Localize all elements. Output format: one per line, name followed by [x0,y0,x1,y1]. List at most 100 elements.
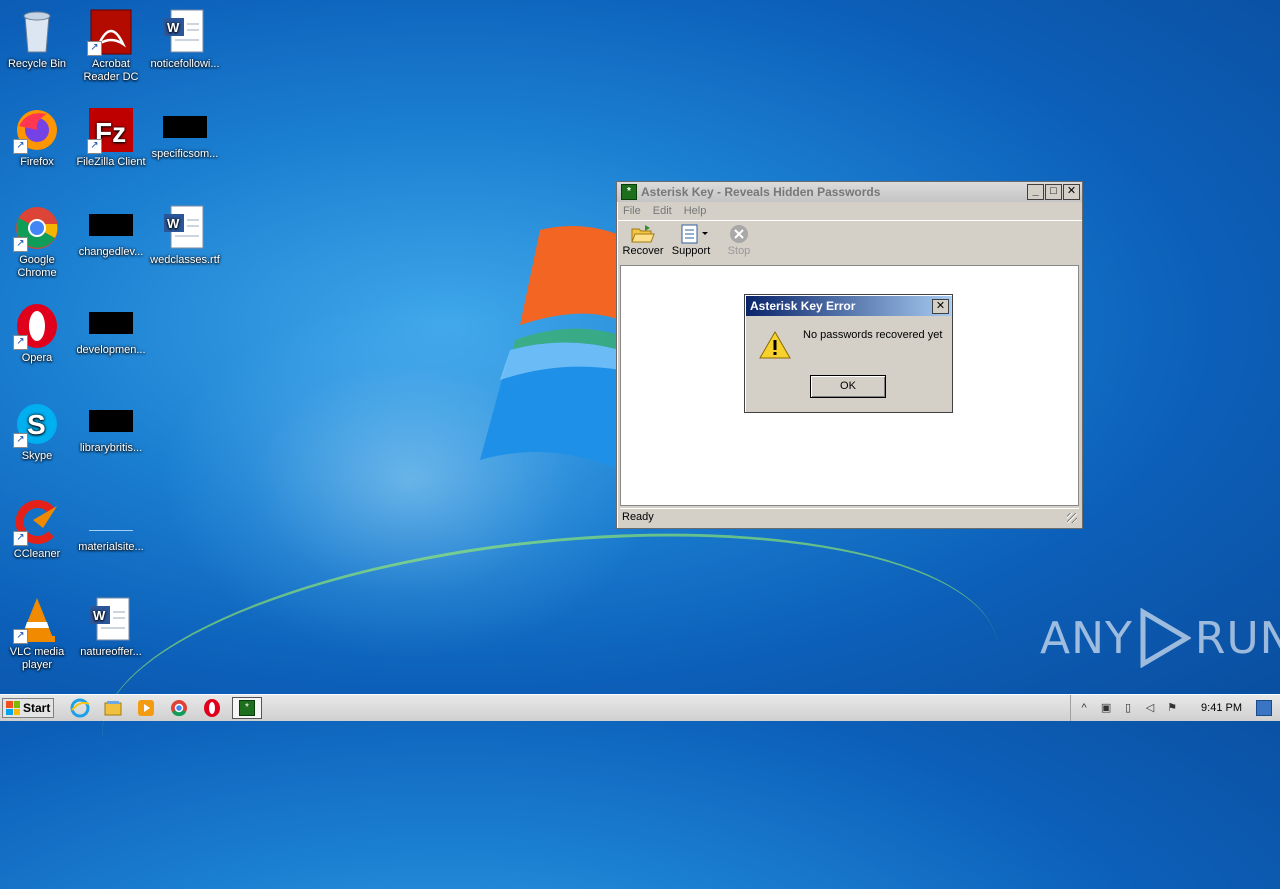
desktop-icon-label: natureoffer... [80,646,142,658]
desktop-icon-label: Recycle Bin [7,58,67,70]
vlc-cone-icon: ↗ [13,596,61,644]
firefox-icon: ↗ [13,106,61,154]
show-desktop-button[interactable] [1256,700,1272,716]
recover-button[interactable]: Recover [621,221,665,257]
maximize-button[interactable]: □ [1045,184,1062,200]
shortcut-arrow-icon: ↗ [13,433,28,448]
shortcut-arrow-icon: ↗ [13,629,28,644]
desktop-icon-label: materialsite... [78,541,144,553]
svg-text:S: S [27,409,46,440]
taskbar-asterisk-key-button[interactable]: * [232,697,262,719]
recycle-bin-icon [13,8,61,56]
desktop-icon-label: Skype [21,450,53,462]
toolbar: Recover Support Stop [617,220,1082,265]
desktop-icon-label: Opera [21,352,53,364]
folder-open-icon [631,224,655,244]
desktop-icon-label: noticefollowi... [150,58,220,70]
desktop-icon-acrobat[interactable]: ↗ Acrobat Reader DC [74,4,148,84]
desktop-icon-redacted-file[interactable]: changedlev... [74,200,148,259]
desktop-icon-recycle-bin[interactable]: Recycle Bin [0,4,74,71]
resize-grip[interactable] [1067,513,1077,523]
media-player-icon[interactable] [136,698,156,718]
skype-icon: S ↗ [13,400,61,448]
window-controls: _ □ ✕ [1027,184,1080,200]
show-hidden-icons-icon[interactable]: ^ [1077,701,1091,715]
flag-icon[interactable]: ⚑ [1165,701,1179,715]
ok-button[interactable]: OK [810,375,886,398]
dialog-title: Asterisk Key Error [750,299,856,313]
support-button[interactable]: Support [669,221,713,257]
opera-icon[interactable] [202,698,222,718]
close-button[interactable]: ✕ [1063,184,1080,200]
desktop-icon-filezilla[interactable]: Fz ↗ FileZilla Client [74,102,148,169]
window-title: Asterisk Key - Reveals Hidden Passwords [641,185,881,199]
shortcut-arrow-icon: ↗ [87,139,102,154]
svg-text:W: W [93,608,106,623]
desktop-icon-opera[interactable]: ↗ Opera [0,298,74,365]
dialog-message: No passwords recovered yet [803,329,943,341]
desktop-icon-word-doc-notice[interactable]: W noticefollowi... [148,4,222,71]
shortcut-arrow-icon: ↗ [13,237,28,252]
opera-icon: ↗ [13,302,61,350]
recover-label: Recover [622,245,664,257]
desktop-icon-blank-file[interactable]: materialsite... [74,494,148,554]
redacted-file-icon [89,312,133,334]
error-dialog: Asterisk Key Error ✕ No passwords recove… [744,294,953,413]
window-titlebar[interactable]: * Asterisk Key - Reveals Hidden Password… [617,182,1082,202]
clock[interactable]: 9:41 PM [1201,702,1242,714]
shortcut-arrow-icon: ↗ [87,41,102,56]
file-explorer-icon[interactable] [103,698,123,718]
dialog-close-button[interactable]: ✕ [932,298,949,314]
taskbar: Start * ^ ▣ ▯ ◁ ⚑ 9:41 PM [0,694,1280,721]
support-label: Support [671,245,711,257]
word-document-icon: W [161,8,209,56]
word-document-icon: W [161,204,209,252]
anyrun-watermark: ANY RUN [1040,608,1280,668]
shortcut-arrow-icon: ↗ [13,335,28,350]
menu-edit[interactable]: Edit [653,205,672,217]
stop-button[interactable]: Stop [717,221,761,257]
desktop-icon-label: developmen... [76,344,146,356]
desktop-icon-word-doc-wedclasses[interactable]: W wedclasses.rtf [148,200,222,267]
asterisk-key-app-icon: * [239,700,255,716]
system-tray: ^ ▣ ▯ ◁ ⚑ 9:41 PM [1070,695,1280,721]
desktop-icon-skype[interactable]: S ↗ Skype [0,396,74,463]
desktop-icon-redacted-file[interactable]: specificsom... [148,102,222,161]
desktop-icon-label: Google Chrome [17,254,57,279]
desktop-icon-firefox[interactable]: ↗ Firefox [0,102,74,169]
desktop-icon-chrome[interactable]: ↗ Google Chrome [0,200,74,280]
menu-bar: File Edit Help [617,202,1082,220]
chrome-icon[interactable] [169,698,189,718]
desktop-icon-ccleaner[interactable]: ↗ CCleaner [0,494,74,561]
menu-help[interactable]: Help [684,205,707,217]
windows-flag-icon [6,701,20,715]
minimize-button[interactable]: _ [1027,184,1044,200]
dialog-titlebar[interactable]: Asterisk Key Error ✕ [746,296,951,316]
menu-file[interactable]: File [623,205,641,217]
filezilla-icon: Fz ↗ [87,106,135,154]
desktop-icon-redacted-file[interactable]: librarybritis... [74,396,148,455]
status-text: Ready [622,511,654,523]
network-icon[interactable]: ▯ [1121,701,1135,715]
warning-icon [759,331,791,359]
redacted-file-icon [89,214,133,236]
start-button[interactable]: Start [2,698,54,718]
watermark-right: RUN [1194,612,1280,664]
desktop-icon-word-doc-nature[interactable]: W natureoffer... [74,592,148,659]
desktop-icon-label: FileZilla Client [76,156,146,168]
action-center-icon[interactable]: ▣ [1099,701,1113,715]
watermark-left: ANY [1040,612,1133,664]
chrome-icon: ↗ [13,204,61,252]
shortcut-arrow-icon: ↗ [13,531,28,546]
word-document-icon: W [87,596,135,644]
support-document-icon [679,224,708,244]
desktop-icon-label: VLC media player [9,646,65,671]
acrobat-icon: ↗ [87,8,135,56]
desktop-icon-redacted-file[interactable]: developmen... [74,298,148,357]
internet-explorer-icon[interactable] [70,698,90,718]
desktop-icon-label: changedlev... [78,246,144,258]
desktop-icon-vlc[interactable]: ↗ VLC media player [0,592,74,672]
volume-icon[interactable]: ◁ [1143,701,1157,715]
windows-logo-wallpaper [480,226,620,470]
blank-file-icon [89,508,133,531]
